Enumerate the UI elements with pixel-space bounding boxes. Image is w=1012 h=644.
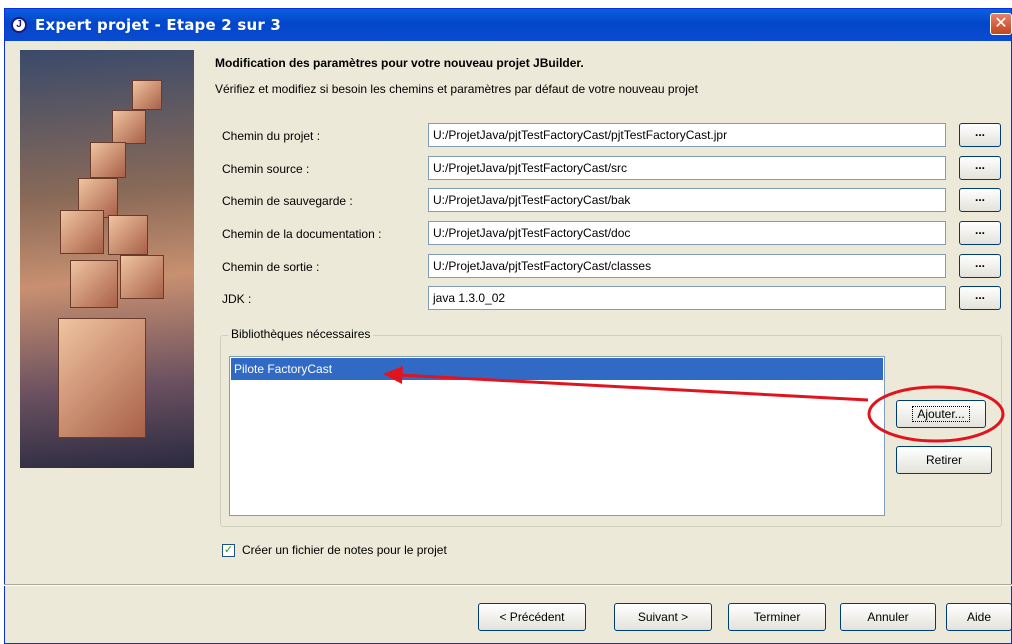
source-path-field[interactable]: U:/ProjetJava/pjtTestFactoryCast/src — [428, 156, 946, 180]
help-button[interactable]: Aide — [946, 603, 1012, 631]
remove-library-button[interactable]: Retirer — [896, 446, 992, 474]
footer-separator — [4, 584, 1012, 586]
window-title: Expert projet - Etape 2 sur 3 — [35, 16, 282, 34]
jdk-browse-button[interactable]: ... — [959, 286, 1001, 310]
backup-path-browse-button[interactable]: ... — [959, 188, 1001, 212]
backup-path-label: Chemin de sauvegarde : — [222, 194, 353, 208]
libraries-group-title: Bibliothèques nécessaires — [228, 327, 374, 341]
project-path-browse-button[interactable]: ... — [959, 123, 1001, 147]
wizard-heading: Modification des paramètres pour votre n… — [215, 56, 584, 70]
libraries-list[interactable]: Pilote FactoryCast — [229, 356, 885, 516]
wizard-side-image — [20, 50, 194, 468]
add-library-button[interactable]: Ajouter... — [896, 400, 986, 428]
add-library-button-label: Ajouter... — [912, 406, 970, 422]
previous-button[interactable]: < Précédent — [478, 603, 586, 631]
jbuilder-app-icon: J — [11, 17, 27, 33]
source-path-label: Chemin source : — [222, 162, 310, 176]
library-item[interactable]: Pilote FactoryCast — [231, 358, 883, 380]
output-path-browse-button[interactable]: ... — [959, 254, 1001, 278]
wizard-subheading: Vérifiez et modifiez si besoin les chemi… — [215, 82, 698, 96]
cancel-button[interactable]: Annuler — [840, 603, 936, 631]
jdk-label: JDK : — [222, 292, 252, 306]
output-path-field[interactable]: U:/ProjetJava/pjtTestFactoryCast/classes — [428, 254, 946, 278]
doc-path-field[interactable]: U:/ProjetJava/pjtTestFactoryCast/doc — [428, 221, 946, 245]
close-button[interactable]: ✕ — [990, 13, 1012, 35]
project-path-field[interactable]: U:/ProjetJava/pjtTestFactoryCast/pjtTest… — [428, 123, 946, 147]
doc-path-label: Chemin de la documentation : — [222, 227, 382, 241]
notes-checkbox[interactable]: ✓ — [222, 544, 235, 557]
finish-button[interactable]: Terminer — [728, 603, 826, 631]
next-button[interactable]: Suivant > — [614, 603, 712, 631]
notes-checkbox-label[interactable]: Créer un fichier de notes pour le projet — [242, 543, 447, 557]
backup-path-field[interactable]: U:/ProjetJava/pjtTestFactoryCast/bak — [428, 188, 946, 212]
project-path-label: Chemin du projet : — [222, 129, 321, 143]
title-bar[interactable]: J Expert projet - Etape 2 sur 3 ✕ — [5, 9, 1012, 41]
jdk-field[interactable]: java 1.3.0_02 — [428, 286, 946, 310]
source-path-browse-button[interactable]: ... — [959, 156, 1001, 180]
output-path-label: Chemin de sortie : — [222, 260, 320, 274]
doc-path-browse-button[interactable]: ... — [959, 221, 1001, 245]
